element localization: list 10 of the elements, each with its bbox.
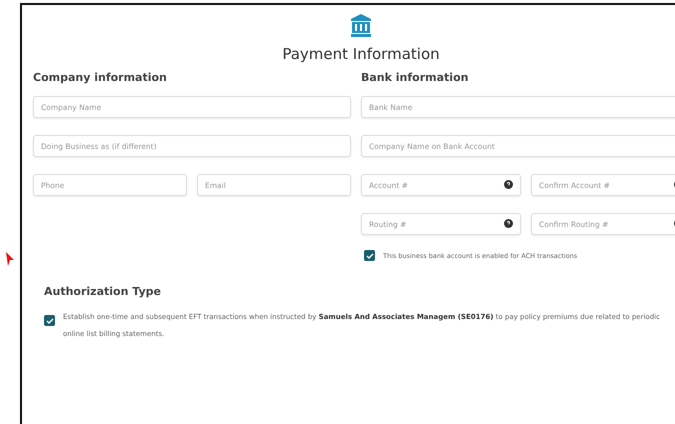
- checkbox[interactable]: [44, 315, 55, 326]
- section-heading: Authorization Type: [44, 285, 162, 298]
- section-heading: Company information: [33, 71, 168, 84]
- bank-icon: [349, 13, 373, 37]
- section-heading: Bank information: [361, 71, 470, 84]
- help-icon: [504, 180, 513, 189]
- checkbox[interactable]: [364, 250, 375, 261]
- page-title: Payment Information: [282, 45, 440, 63]
- pointer-arrow-icon: [4, 252, 16, 266]
- help-icon: [504, 219, 513, 228]
